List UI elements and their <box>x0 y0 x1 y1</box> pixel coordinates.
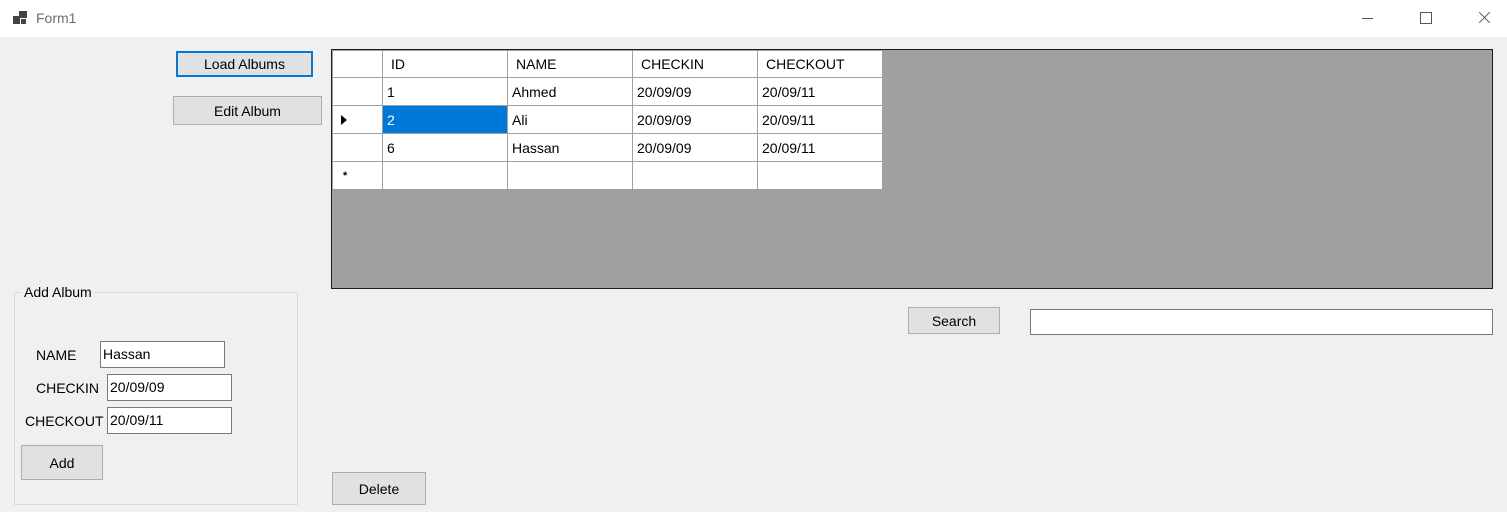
name-field[interactable]: Hassan <box>100 341 225 368</box>
maximize-icon[interactable] <box>1416 8 1436 28</box>
cell-checkout[interactable] <box>757 161 883 190</box>
cell-checkin[interactable]: 20/09/09 <box>632 77 758 106</box>
new-row-asterisk-icon: * <box>343 170 348 182</box>
load-albums-button[interactable]: Load Albums <box>176 51 313 77</box>
cell-id[interactable]: 1 <box>382 77 508 106</box>
table-row[interactable]: 6 Hassan 20/09/09 20/09/11 <box>332 133 883 162</box>
minimize-icon[interactable] <box>1357 8 1377 28</box>
search-button[interactable]: Search <box>908 307 1000 334</box>
delete-button[interactable]: Delete <box>332 472 426 505</box>
column-header-id[interactable]: ID <box>382 50 508 78</box>
cell-checkout[interactable]: 20/09/11 <box>757 133 883 162</box>
add-button[interactable]: Add <box>21 445 103 480</box>
row-header-corner <box>332 50 383 78</box>
current-row-arrow-icon <box>341 115 347 125</box>
name-label: NAME <box>36 347 77 363</box>
cell-name[interactable]: Hassan <box>507 133 633 162</box>
checkout-field[interactable]: 20/09/11 <box>107 407 232 434</box>
column-header-name[interactable]: NAME <box>507 50 633 78</box>
add-album-group-title: Add Album <box>21 284 95 300</box>
cell-checkin[interactable]: 20/09/09 <box>632 105 758 134</box>
table-row[interactable]: 1 Ahmed 20/09/09 20/09/11 <box>332 77 883 106</box>
window-title: Form1 <box>36 10 77 26</box>
cell-id[interactable]: 6 <box>382 133 508 162</box>
grid-header-row: ID NAME CHECKIN CHECKOUT <box>332 50 883 78</box>
cell-name[interactable]: Ahmed <box>507 77 633 106</box>
row-header[interactable] <box>332 105 383 134</box>
column-header-checkin[interactable]: CHECKIN <box>632 50 758 78</box>
table-row[interactable]: 2 Ali 20/09/09 20/09/11 <box>332 105 883 134</box>
checkout-label: CHECKOUT <box>25 413 104 429</box>
row-header[interactable] <box>332 77 383 106</box>
checkin-field[interactable]: 20/09/09 <box>107 374 232 401</box>
new-row[interactable]: * <box>332 161 883 190</box>
column-header-checkout[interactable]: CHECKOUT <box>757 50 883 78</box>
cell-checkin[interactable]: 20/09/09 <box>632 133 758 162</box>
checkin-label: CHECKIN <box>36 380 100 396</box>
title-bar <box>0 0 1507 37</box>
app-icon <box>13 11 27 24</box>
cell-checkout[interactable]: 20/09/11 <box>757 77 883 106</box>
row-header[interactable]: * <box>332 161 383 190</box>
search-input[interactable] <box>1030 309 1493 335</box>
cell-checkout[interactable]: 20/09/11 <box>757 105 883 134</box>
row-header[interactable] <box>332 133 383 162</box>
cell-name[interactable] <box>507 161 633 190</box>
albums-grid[interactable]: ID NAME CHECKIN CHECKOUT 1 Ahmed 20/09/0… <box>331 49 1493 289</box>
edit-album-button[interactable]: Edit Album <box>173 96 322 125</box>
cell-checkin[interactable] <box>632 161 758 190</box>
close-icon[interactable] <box>1474 8 1494 28</box>
cell-name[interactable]: Ali <box>507 105 633 134</box>
cell-id-selected[interactable]: 2 <box>382 105 508 134</box>
cell-id[interactable] <box>382 161 508 190</box>
